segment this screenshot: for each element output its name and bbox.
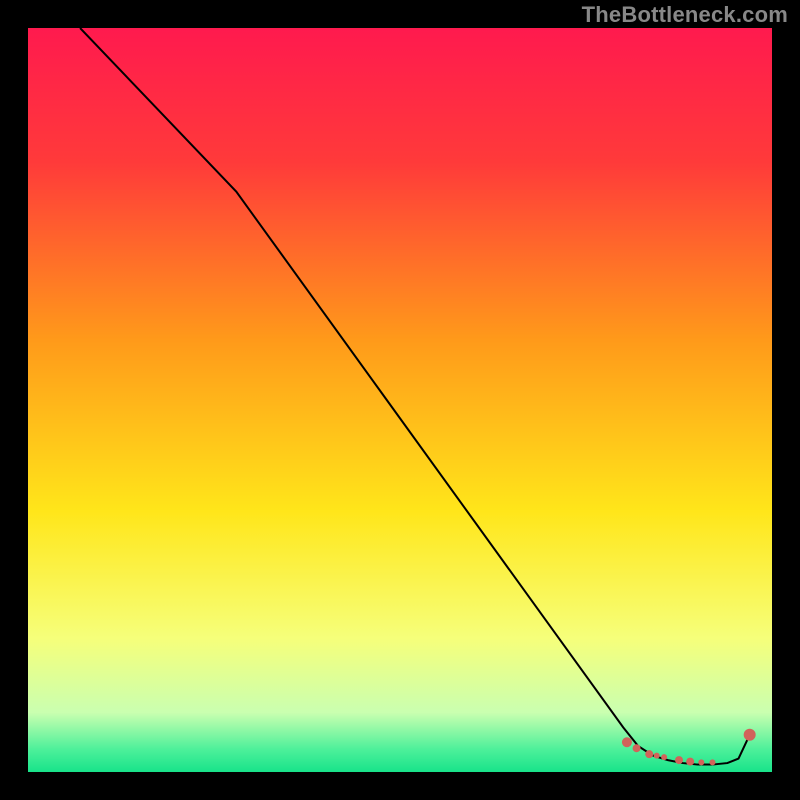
- data-marker: [661, 754, 667, 760]
- watermark-text: TheBottleneck.com: [582, 2, 788, 28]
- chart-plot-area: [28, 28, 772, 772]
- background-gradient: [28, 28, 772, 772]
- chart-frame: TheBottleneck.com: [0, 0, 800, 800]
- data-marker: [709, 759, 715, 765]
- data-marker: [744, 729, 756, 741]
- data-marker: [645, 750, 653, 758]
- data-marker: [686, 758, 694, 766]
- data-marker: [633, 744, 641, 752]
- data-marker: [698, 759, 704, 765]
- data-marker: [622, 737, 632, 747]
- data-marker: [654, 753, 660, 759]
- chart-svg: [28, 28, 772, 772]
- data-marker: [675, 756, 683, 764]
